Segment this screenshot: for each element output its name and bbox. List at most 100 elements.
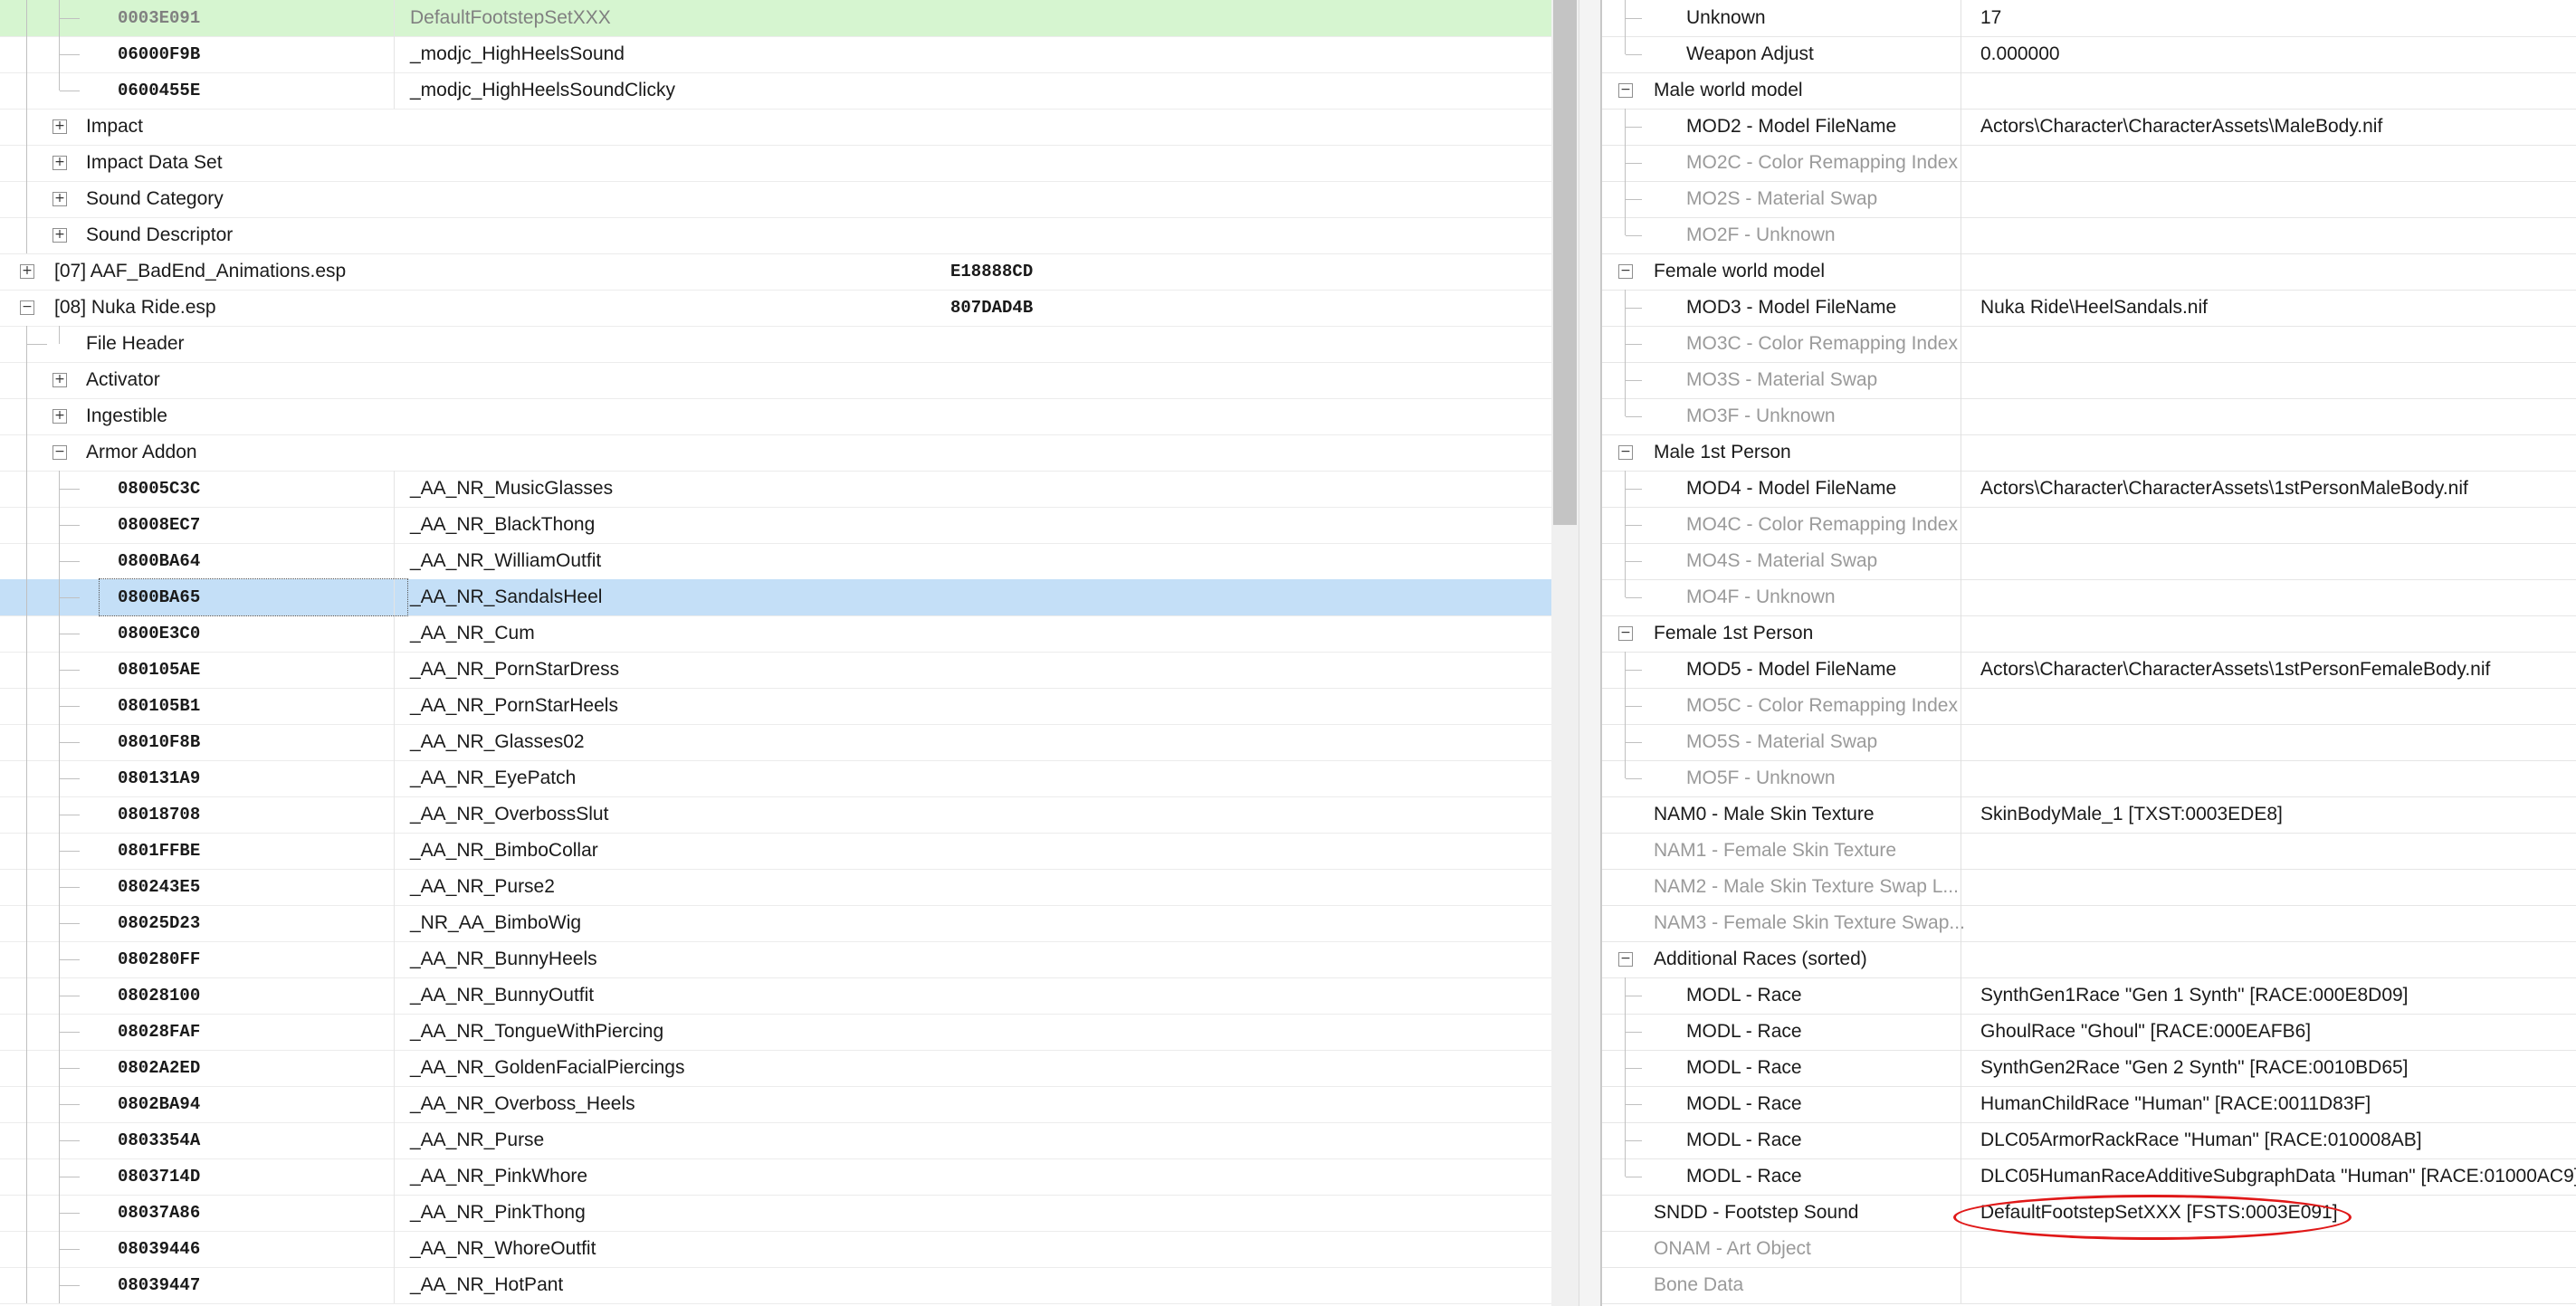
table-row[interactable]: 0600455E _modjc_HighHeelsSoundClicky <box>0 72 1551 110</box>
collapse-icon[interactable]: − <box>1618 264 1633 279</box>
section-header-row[interactable]: − Male 1st Person <box>1602 434 2576 472</box>
field-row[interactable]: MO2C - Color Remapping Index <box>1602 145 2576 182</box>
field-row[interactable]: MO3C - Color Remapping Index <box>1602 326 2576 363</box>
field-row[interactable]: MO4F - Unknown <box>1602 579 2576 616</box>
field-row[interactable]: MODL - Race SynthGen2Race "Gen 2 Synth" [… <box>1602 1050 2576 1087</box>
expand-icon[interactable]: + <box>52 192 67 206</box>
field-row[interactable]: NAM1 - Female Skin Texture <box>1602 833 2576 870</box>
table-row[interactable]: 08008EC7 _AA_NR_BlackThong <box>0 507 1551 544</box>
field-value[interactable]: Actors\Character\CharacterAssets\MaleBod… <box>1980 109 2382 145</box>
field-row[interactable]: MO5S - Material Swap <box>1602 724 2576 761</box>
table-row[interactable]: 08018708 _AA_NR_OverbossSlut <box>0 796 1551 834</box>
field-value[interactable]: Nuka Ride\HeelSandals.nif <box>1980 290 2208 326</box>
field-row[interactable]: MO2F - Unknown <box>1602 217 2576 254</box>
tree-node-row[interactable]: + Ingestible <box>0 398 1551 435</box>
table-row[interactable]: 0802BA94 _AA_NR_Overboss_Heels <box>0 1086 1551 1123</box>
table-row[interactable]: 0800BA65 _AA_NR_SandalsHeel <box>0 578 1551 616</box>
tree-node-row[interactable]: + Impact Data Set <box>0 145 1551 182</box>
field-row[interactable]: MO2S - Material Swap <box>1602 181 2576 218</box>
table-row[interactable]: 08010F8B _AA_NR_Glasses02 <box>0 724 1551 761</box>
field-value[interactable]: 17 <box>1980 0 2001 36</box>
collapse-icon[interactable]: − <box>20 300 34 315</box>
field-row[interactable]: MO4S - Material Swap <box>1602 543 2576 580</box>
field-value[interactable]: Actors\Character\CharacterAssets\1stPers… <box>1980 652 2490 688</box>
table-row[interactable]: 08025D23 _NR_AA_BimboWig <box>0 905 1551 942</box>
table-row[interactable]: 080243E5 _AA_NR_Purse2 <box>0 869 1551 906</box>
table-row[interactable]: 08037A86 _AA_NR_PinkThong <box>0 1195 1551 1232</box>
table-row[interactable]: 08028100 _AA_NR_BunnyOutfit <box>0 977 1551 1015</box>
field-row[interactable]: MO4C - Color Remapping Index <box>1602 507 2576 544</box>
field-row[interactable]: Bone Data <box>1602 1267 2576 1304</box>
table-row[interactable]: 080131A9 _AA_NR_EyePatch <box>0 760 1551 797</box>
field-row[interactable]: MODL - Race DLC05HumanRaceAdditiveSubgrap… <box>1602 1158 2576 1196</box>
tree-node-row[interactable]: + Sound Category <box>0 181 1551 218</box>
field-row[interactable]: MODL - Race HumanChildRace "Human" [RACE:… <box>1602 1086 2576 1123</box>
tree-node-row[interactable]: + Activator <box>0 362 1551 399</box>
field-row[interactable]: MOD2 - Model FileName Actors\Character\Ch… <box>1602 109 2576 146</box>
field-row[interactable]: NAM0 - Male Skin Texture SkinBodyMale_1 [… <box>1602 796 2576 834</box>
expand-icon[interactable]: + <box>52 119 67 134</box>
tree-node-row[interactable]: + Sound Descriptor <box>0 217 1551 254</box>
table-row[interactable]: 0801FFBE _AA_NR_BimboCollar <box>0 833 1551 870</box>
field-row[interactable]: MO3S - Material Swap <box>1602 362 2576 399</box>
collapse-icon[interactable]: − <box>1618 445 1633 460</box>
field-row[interactable]: MO3F - Unknown <box>1602 398 2576 435</box>
field-value[interactable]: Actors\Character\CharacterAssets\1stPers… <box>1980 471 2468 507</box>
field-row[interactable]: MODL - Race GhoulRace "Ghoul" [RACE:000EA… <box>1602 1014 2576 1051</box>
collapse-icon[interactable]: − <box>52 445 67 460</box>
table-row[interactable]: 0003E091 DefaultFootstepSetXXX <box>0 0 1551 37</box>
field-value[interactable]: SkinBodyMale_1 [TXST:0003EDE8] <box>1980 796 2283 833</box>
field-row[interactable]: Weapon Adjust 0.000000 <box>1602 36 2576 73</box>
table-row[interactable]: 0800E3C0 _AA_NR_Cum <box>0 615 1551 653</box>
collapse-icon[interactable]: − <box>1618 626 1633 641</box>
table-row[interactable]: 0802A2ED _AA_NR_GoldenFacialPiercings <box>0 1050 1551 1087</box>
field-row[interactable]: NAM2 - Male Skin Texture Swap L... <box>1602 869 2576 906</box>
field-row[interactable]: MODL - Race SynthGen1Race "Gen 1 Synth" [… <box>1602 977 2576 1015</box>
field-value[interactable]: GhoulRace "Ghoul" [RACE:000EAFB6] <box>1980 1014 2311 1050</box>
expand-icon[interactable]: + <box>52 409 67 424</box>
field-value[interactable]: DLC05HumanRaceAdditiveSubgraphData "Huma… <box>1980 1158 2576 1195</box>
table-row[interactable]: 08039447 _AA_NR_HotPant <box>0 1267 1551 1304</box>
tree-node-row[interactable]: File Header <box>0 326 1551 363</box>
section-header-row[interactable]: − Female 1st Person <box>1602 615 2576 653</box>
expand-icon[interactable]: + <box>52 373 67 387</box>
table-row[interactable]: 06000F9B _modjc_HighHeelsSound <box>0 36 1551 73</box>
table-row[interactable]: 0803354A _AA_NR_Purse <box>0 1122 1551 1159</box>
section-header-row[interactable]: − Female world model <box>1602 253 2576 291</box>
tree-scrollbar-thumb[interactable] <box>1553 0 1577 525</box>
field-value[interactable]: 0.000000 <box>1980 36 2060 72</box>
expand-icon[interactable]: + <box>52 228 67 243</box>
field-row[interactable]: NAM3 - Female Skin Texture Swap... <box>1602 905 2576 942</box>
field-value[interactable]: DLC05ArmorRackRace "Human" [RACE:010008A… <box>1980 1122 2422 1158</box>
field-name: MOD5 - Model FileName <box>1686 659 1897 680</box>
table-row[interactable]: 08005C3C _AA_NR_MusicGlasses <box>0 471 1551 508</box>
field-value[interactable]: SynthGen1Race "Gen 1 Synth" [RACE:000E8D… <box>1980 977 2409 1014</box>
tree-node-row[interactable]: − [08] Nuka Ride.esp 807DAD4B <box>0 290 1551 327</box>
field-row[interactable]: MOD5 - Model FileName Actors\Character\Ch… <box>1602 652 2576 689</box>
table-row[interactable]: 08028FAF _AA_NR_TongueWithPiercing <box>0 1014 1551 1051</box>
tree-node-row[interactable]: + [07] AAF_BadEnd_Animations.esp E18888CD <box>0 253 1551 291</box>
collapse-icon[interactable]: − <box>1618 83 1633 98</box>
field-row[interactable]: MO5C - Color Remapping Index <box>1602 688 2576 725</box>
field-row[interactable]: MO5F - Unknown <box>1602 760 2576 797</box>
table-row[interactable]: 0800BA64 _AA_NR_WilliamOutfit <box>0 543 1551 580</box>
table-row[interactable]: 080105B1 _AA_NR_PornStarHeels <box>0 688 1551 725</box>
field-row[interactable]: MOD4 - Model FileName Actors\Character\Ch… <box>1602 471 2576 508</box>
table-row[interactable]: 0803714D _AA_NR_PinkWhore <box>0 1158 1551 1196</box>
tree-node-row[interactable]: + Impact <box>0 109 1551 146</box>
expand-icon[interactable]: + <box>20 264 34 279</box>
table-row[interactable]: 080105AE _AA_NR_PornStarDress <box>0 652 1551 689</box>
panel-splitter[interactable] <box>1579 0 1602 1306</box>
field-row[interactable]: Unknown 17 <box>1602 0 2576 37</box>
expand-icon[interactable]: + <box>52 156 67 170</box>
table-row[interactable]: 080280FF _AA_NR_BunnyHeels <box>0 941 1551 978</box>
section-header-row[interactable]: − Additional Races (sorted) <box>1602 941 2576 978</box>
field-value[interactable]: SynthGen2Race "Gen 2 Synth" [RACE:0010BD… <box>1980 1050 2409 1086</box>
field-row[interactable]: MODL - Race DLC05ArmorRackRace "Human" [R… <box>1602 1122 2576 1159</box>
section-header-row[interactable]: − Male world model <box>1602 72 2576 110</box>
tree-node-row[interactable]: − Armor Addon <box>0 434 1551 472</box>
table-row[interactable]: 08039446 _AA_NR_WhoreOutfit <box>0 1231 1551 1268</box>
field-value[interactable]: HumanChildRace "Human" [RACE:0011D83F] <box>1980 1086 2371 1122</box>
collapse-icon[interactable]: − <box>1618 952 1633 967</box>
field-row[interactable]: MOD3 - Model FileName Nuka Ride\HeelSanda… <box>1602 290 2576 327</box>
